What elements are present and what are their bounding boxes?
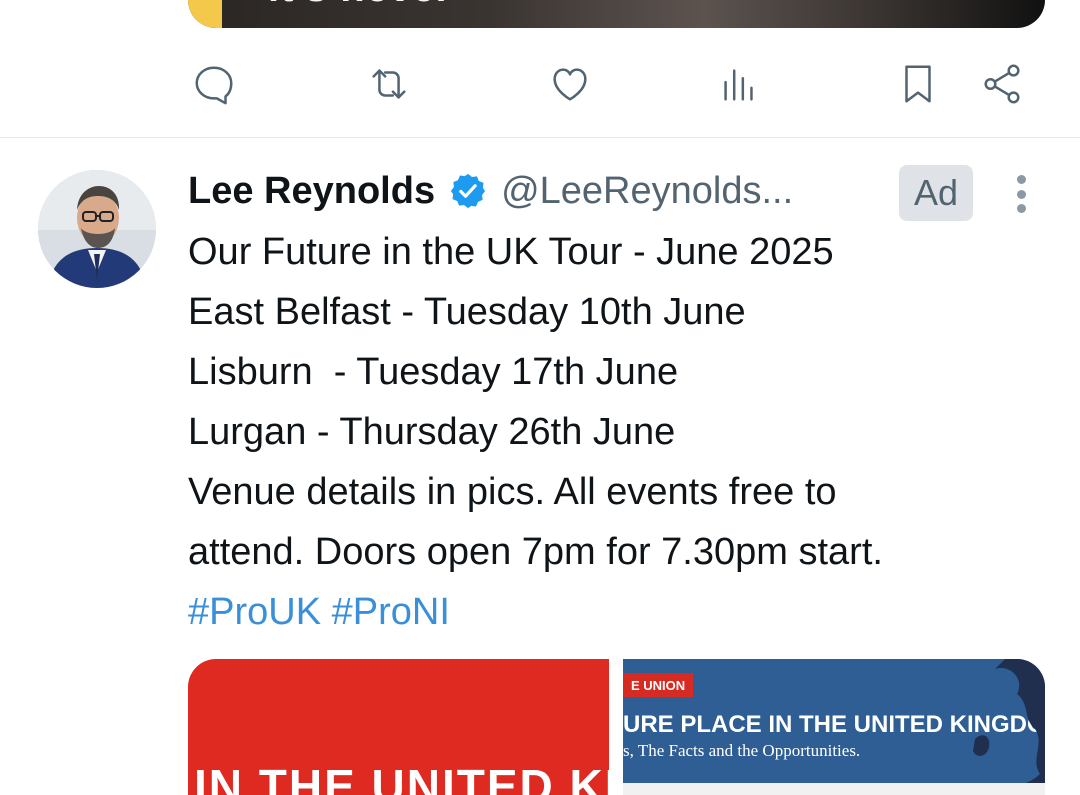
like-button[interactable] — [544, 58, 596, 110]
uk-map-graphic — [973, 659, 1045, 795]
avatar[interactable] — [38, 170, 156, 288]
ad-badge: Ad — [899, 165, 973, 221]
reply-button[interactable] — [188, 58, 240, 110]
more-dot — [1016, 175, 1026, 184]
hashtag-link[interactable]: #ProUK — [188, 591, 321, 633]
media-image-subline: s, The Facts and the Opportunities. — [623, 741, 861, 760]
tweet-text-line: attend. Doors open 7pm for 7.30pm start. — [188, 531, 883, 573]
views-icon — [724, 69, 753, 101]
media-overlay-text: it's never — [268, 0, 452, 11]
previous-tweet-media[interactable]: it's never — [188, 0, 1045, 28]
tweet-text-line: Lisburn - Tuesday 17th June — [188, 351, 679, 393]
media-image-tag: E UNION — [623, 673, 694, 697]
bookmark-icon — [905, 65, 931, 103]
tweet-media-image-1[interactable]: IN THE UNITED KINGD — [188, 659, 609, 795]
views-button[interactable] — [713, 58, 765, 110]
more-dot — [1016, 189, 1026, 199]
media-image-text: IN THE UNITED KINGD — [194, 760, 609, 795]
tweet-action-bar — [188, 58, 1028, 110]
more-dot — [1016, 204, 1026, 213]
tweet-text-line: Our Future in the UK Tour - June 2025 — [188, 231, 834, 273]
hashtag-link[interactable]: #ProNI — [332, 591, 450, 633]
hashtag-row: #ProUK #ProNI — [188, 582, 1058, 642]
tweet-divider — [0, 137, 1080, 138]
media-bottom-strip — [623, 783, 1045, 795]
avatar-photo — [38, 170, 156, 288]
retweet-button[interactable] — [363, 58, 415, 110]
media-yellow-chip — [188, 0, 222, 28]
share-button[interactable] — [976, 58, 1028, 110]
like-icon — [553, 68, 587, 101]
tweet-text: Our Future in the UK Tour - June 2025 Ea… — [188, 222, 1058, 642]
tweet-text-line: East Belfast - Tuesday 10th June — [188, 291, 746, 333]
tweet-text-line: Venue details in pics. All events free t… — [188, 471, 837, 513]
verified-badge-icon[interactable] — [449, 172, 487, 210]
handle[interactable]: @LeeReynolds... — [501, 170, 793, 213]
share-icon — [984, 64, 1020, 104]
bookmark-button[interactable] — [892, 58, 944, 110]
tweet-media-image-2[interactable]: E UNION URE PLACE IN THE UNITED KINGDOM:… — [623, 659, 1045, 795]
retweet-icon — [372, 69, 406, 99]
reply-icon — [195, 66, 233, 105]
tweet-text-line: Lurgan - Thursday 26th June — [188, 411, 676, 453]
more-options-icon[interactable] — [1004, 172, 1038, 216]
display-name[interactable]: Lee Reynolds — [188, 170, 435, 213]
tweet-header: Lee Reynolds @LeeReynolds... — [188, 163, 793, 219]
